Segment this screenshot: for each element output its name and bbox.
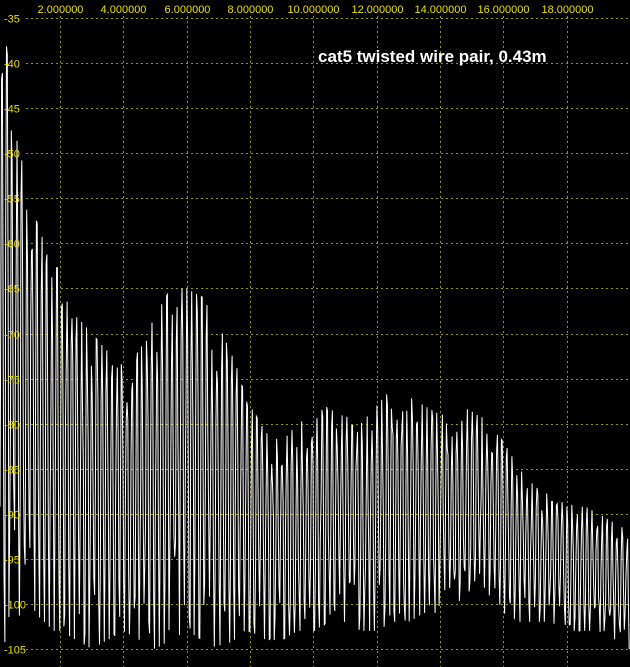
x-tick-label: 14.000000 — [415, 4, 467, 16]
y-tick-label: -70 — [4, 330, 20, 342]
x-tick-label: 4.000000 — [101, 4, 147, 16]
y-tick-label: -100 — [4, 600, 26, 612]
spectrum-chart: 2.000000 4.000000 6.000000 8.000000 10.00000… — [0, 0, 630, 667]
x-tick-label: 6.000000 — [165, 4, 211, 16]
y-tick-label: -85 — [4, 465, 20, 477]
y-tick-label: -95 — [4, 555, 20, 567]
x-tick-label: 10.000000 — [288, 4, 340, 16]
y-tick-label: -90 — [4, 510, 20, 522]
y-tick-label: -80 — [4, 420, 20, 432]
x-tick-label: 12.000000 — [352, 4, 404, 16]
chart-title: cat5 twisted wire pair, 0.43m — [318, 47, 547, 66]
x-axis-ticks: 2.000000 4.000000 6.000000 8.000000 10.00000… — [38, 4, 594, 16]
y-tick-label: -50 — [4, 149, 20, 161]
y-tick-label: -40 — [4, 59, 20, 71]
y-tick-label: -45 — [4, 104, 20, 116]
y-tick-label: -65 — [4, 284, 20, 296]
x-tick-label: 2.000000 — [38, 4, 84, 16]
x-tick-label: 8.000000 — [228, 4, 274, 16]
y-tick-label: -60 — [4, 239, 20, 251]
x-tick-label: 18.000000 — [542, 4, 594, 16]
y-tick-label: -55 — [4, 194, 20, 206]
y-tick-label: -35 — [4, 14, 20, 26]
x-tick-label: 16.000000 — [478, 4, 530, 16]
y-tick-label: -105 — [4, 645, 26, 657]
y-tick-label: -75 — [4, 375, 20, 387]
